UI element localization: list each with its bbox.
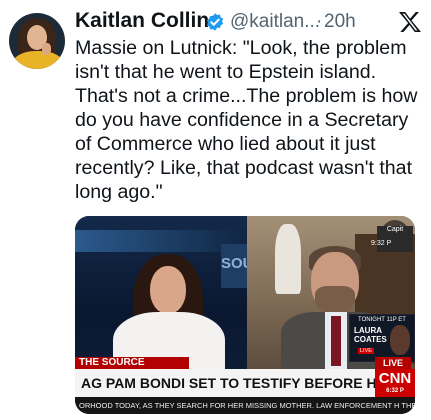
tonight-show-name: LAURA COATES [354,326,387,344]
tonight-promo: TONIGHT 11P ET LAURA COATES LIVE [349,314,415,362]
tweet-timestamp[interactable]: 20h [324,11,356,33]
news-ticker: ORHOOD TODAY, AS THEY SEARCH FOR HER MIS… [75,397,415,414]
tweet-text: Massie on Lutnick: "Look, the problem is… [75,37,418,203]
guest-beard [315,286,355,314]
cnn-logo-text: CNN [378,370,412,387]
live-tag: LIVE [375,357,411,369]
avatar-hand [42,43,51,55]
location-time: 9:32 P [371,240,392,247]
anchor-face [150,266,186,314]
x-logo-icon [399,12,421,32]
meta-separator: · [316,11,323,32]
location-caption: Capit [377,226,413,252]
author-name[interactable]: Kaitlan Collins [75,9,221,33]
avatar-body [12,51,64,69]
author-handle[interactable]: @kaitlan... [230,11,320,33]
cnn-logo: CNN 6:32 P [375,369,415,397]
guest-tie [331,316,341,366]
tonight-label: TONIGHT 11P ET [358,317,406,323]
tweet-video[interactable]: SOU Capit 9:32 P TONIGHT 11P ET LAURA [75,216,415,414]
studio-wall-text: SOU [221,244,247,288]
section-tag: THE SOURCE [75,357,189,369]
tonight-host-photo [390,325,410,355]
cnn-time: 6:32 P [386,388,404,394]
verified-badge-icon [206,13,224,31]
anchor-panel: SOU [75,216,247,382]
chyron-headline: AG PAM BONDI SET TO TESTIFY BEFORE HOUSE… [75,369,377,397]
background-statue [275,224,301,294]
location-caption-text: Capit [386,226,404,233]
author-avatar[interactable] [9,13,65,69]
tweet-card[interactable]: Kaitlan Collins @kaitlan... · 20h Massie… [0,0,431,420]
tonight-live-tag: LIVE [358,348,374,354]
